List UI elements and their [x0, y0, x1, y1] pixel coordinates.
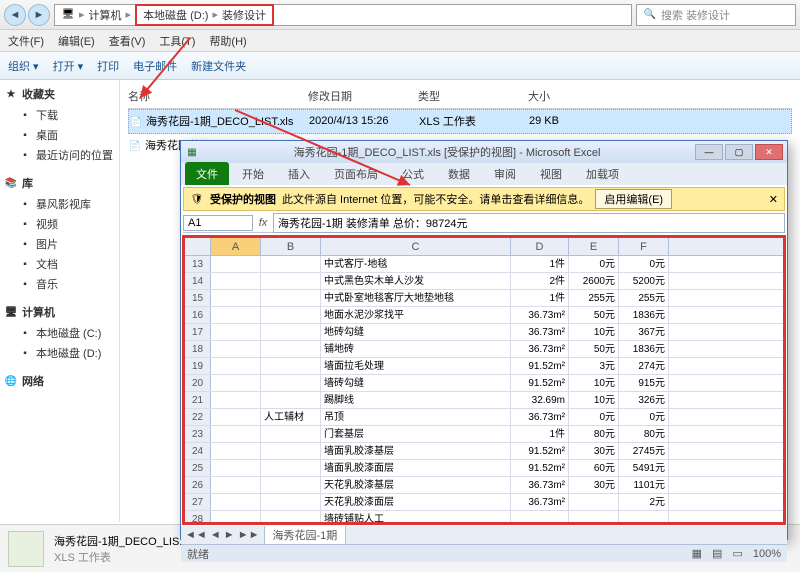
ribbon-tab[interactable]: 加载项: [575, 162, 630, 185]
col-header-type[interactable]: 类型: [418, 88, 528, 104]
ribbon-tab[interactable]: 公式: [391, 162, 435, 185]
ribbon-tab[interactable]: 审阅: [483, 162, 527, 185]
fx-icon[interactable]: fx: [253, 217, 273, 229]
status-ready: 就绪: [187, 546, 209, 562]
sidebar-item[interactable]: ▪本地磁盘 (C:): [4, 323, 115, 343]
close-button[interactable]: ✕: [755, 144, 783, 160]
address-bar[interactable]: 🖥 ▸ 计算机 ▸ 本地磁盘 (D:) ▸ 装修设计: [54, 4, 632, 26]
menu-item[interactable]: 工具(T): [159, 33, 195, 49]
table-row[interactable]: 24墙面乳胶漆基层91.52m²30元2745元: [185, 443, 783, 460]
table-row[interactable]: 28墙砖铺贴人工: [185, 511, 783, 522]
zoom-level[interactable]: 100%: [753, 548, 781, 560]
col-header-A[interactable]: A: [211, 238, 261, 255]
close-banner-icon[interactable]: ✕: [769, 193, 778, 206]
network-icon: 🌐: [4, 374, 18, 388]
sheet-tab[interactable]: 海秀花园-1期: [264, 526, 347, 545]
protect-label: 受保护的视图: [210, 191, 276, 207]
sidebar-item[interactable]: ▪本地磁盘 (D:): [4, 343, 115, 363]
status-filename: 海秀花园-1期_DECO_LIS...: [54, 533, 188, 549]
search-input[interactable]: 🔍 搜索 装修设计: [636, 4, 796, 26]
view-break-icon[interactable]: ▭: [732, 547, 742, 560]
minimize-button[interactable]: —: [695, 144, 723, 160]
toolbar-item[interactable]: 新建文件夹: [191, 58, 246, 74]
enable-editing-button[interactable]: 启用编辑(E): [595, 189, 672, 209]
col-header-name[interactable]: 名称: [128, 88, 308, 104]
view-layout-icon[interactable]: ▤: [712, 547, 722, 560]
table-row[interactable]: 23门套基层1件80元80元: [185, 426, 783, 443]
sidebar-libraries[interactable]: 📚库: [4, 175, 115, 191]
sidebar-item[interactable]: ▪桌面: [4, 125, 115, 145]
sidebar-item[interactable]: ▪暴风影视库: [4, 194, 115, 214]
ribbon-tab[interactable]: 插入: [277, 162, 321, 185]
col-header-C[interactable]: C: [321, 238, 511, 255]
crumb-folder[interactable]: 装修设计: [222, 7, 266, 23]
protect-message: 此文件源自 Internet 位置，可能不安全。请单击查看详细信息。: [282, 191, 589, 207]
col-header-B[interactable]: B: [261, 238, 321, 255]
menu-item[interactable]: 编辑(E): [58, 33, 95, 49]
col-header-D[interactable]: D: [511, 238, 569, 255]
toolbar-item[interactable]: 组织 ▾: [8, 58, 39, 74]
table-row[interactable]: 27天花乳胶漆面层36.73m²2元: [185, 494, 783, 511]
table-row[interactable]: 17地砖勾缝36.73m²10元367元: [185, 324, 783, 341]
forward-button[interactable]: ►: [28, 4, 50, 26]
table-row[interactable]: 21踢脚线32.69m10元326元: [185, 392, 783, 409]
table-row[interactable]: 19墙面拉毛处理91.52m²3元274元: [185, 358, 783, 375]
sidebar-item[interactable]: ▪下载: [4, 105, 115, 125]
table-row[interactable]: 14中式黑色实木单人沙发2件2600元5200元: [185, 273, 783, 290]
col-header-E[interactable]: E: [569, 238, 619, 255]
table-row[interactable]: 26天花乳胶漆基层36.73m²30元1101元: [185, 477, 783, 494]
sidebar-computer[interactable]: 🖥计算机: [4, 304, 115, 320]
window-title: 海秀花园-1期_DECO_LIST.xls [受保护的视图] - Microso…: [205, 144, 689, 160]
name-box[interactable]: A1: [183, 215, 253, 231]
table-row[interactable]: 16地面水泥沙浆找平36.73m²50元1836元: [185, 307, 783, 324]
file-thumbnail: [8, 531, 44, 567]
ribbon-tab[interactable]: 文件: [185, 162, 229, 185]
table-row[interactable]: 22人工辅材吊顶36.73m²0元0元: [185, 409, 783, 426]
ribbon-tab[interactable]: 页面布局: [323, 162, 389, 185]
sidebar-item[interactable]: ▪视频: [4, 214, 115, 234]
computer-icon: 🖥: [4, 305, 18, 319]
star-icon: ★: [4, 87, 18, 101]
menu-item[interactable]: 查看(V): [109, 33, 146, 49]
toolbar-item[interactable]: 打开 ▾: [53, 58, 84, 74]
file-row[interactable]: 📄 海秀花园-1期_DECO_LIST.xls2020/4/13 15:26XL…: [128, 109, 792, 134]
col-header-size[interactable]: 大小: [528, 88, 588, 104]
toolbar-item[interactable]: 电子邮件: [133, 58, 177, 74]
sidebar-item[interactable]: ▪图片: [4, 234, 115, 254]
menu-item[interactable]: 文件(F): [8, 33, 44, 49]
ribbon-tab[interactable]: 视图: [529, 162, 573, 185]
excel-icon: ▦: [185, 145, 199, 159]
computer-icon: 🖥: [61, 8, 75, 22]
crumb-computer[interactable]: 计算机: [89, 7, 122, 23]
toolbar-item[interactable]: 打印: [97, 58, 119, 74]
sidebar-item[interactable]: ▪最近访问的位置: [4, 145, 115, 165]
table-row[interactable]: 25墙面乳胶漆面层91.52m²60元5491元: [185, 460, 783, 477]
sidebar-item[interactable]: ▪文档: [4, 254, 115, 274]
ribbon-tab[interactable]: 开始: [231, 162, 275, 185]
table-row[interactable]: 15中式卧室地毯客厅大地垫地毯1件255元255元: [185, 290, 783, 307]
crumb-drive[interactable]: 本地磁盘 (D:): [143, 7, 208, 23]
back-button[interactable]: ◄: [4, 4, 26, 26]
col-header-date[interactable]: 修改日期: [308, 88, 418, 104]
ribbon-tab[interactable]: 数据: [437, 162, 481, 185]
table-row[interactable]: 20墙砖勾缝91.52m²10元915元: [185, 375, 783, 392]
table-row[interactable]: 18铺地砖36.73m²50元1836元: [185, 341, 783, 358]
sidebar-item[interactable]: ▪音乐: [4, 274, 115, 294]
formula-bar[interactable]: 海秀花园-1期 装修清单 总价：98724元: [273, 213, 785, 233]
sidebar-network[interactable]: 🌐网络: [4, 373, 115, 389]
table-row[interactable]: 13中式客厅-地毯1件0元0元: [185, 256, 783, 273]
col-header-F[interactable]: F: [619, 238, 669, 255]
shield-icon: 🛡: [190, 192, 204, 206]
search-icon: 🔍: [643, 8, 657, 22]
maximize-button[interactable]: ▢: [725, 144, 753, 160]
status-filetype: XLS 工作表: [54, 549, 188, 565]
sidebar-favorites[interactable]: ★收藏夹: [4, 86, 115, 102]
view-normal-icon[interactable]: ▦: [692, 547, 702, 560]
menu-item[interactable]: 帮助(H): [209, 33, 246, 49]
select-all-corner[interactable]: [185, 238, 211, 255]
library-icon: 📚: [4, 176, 18, 190]
